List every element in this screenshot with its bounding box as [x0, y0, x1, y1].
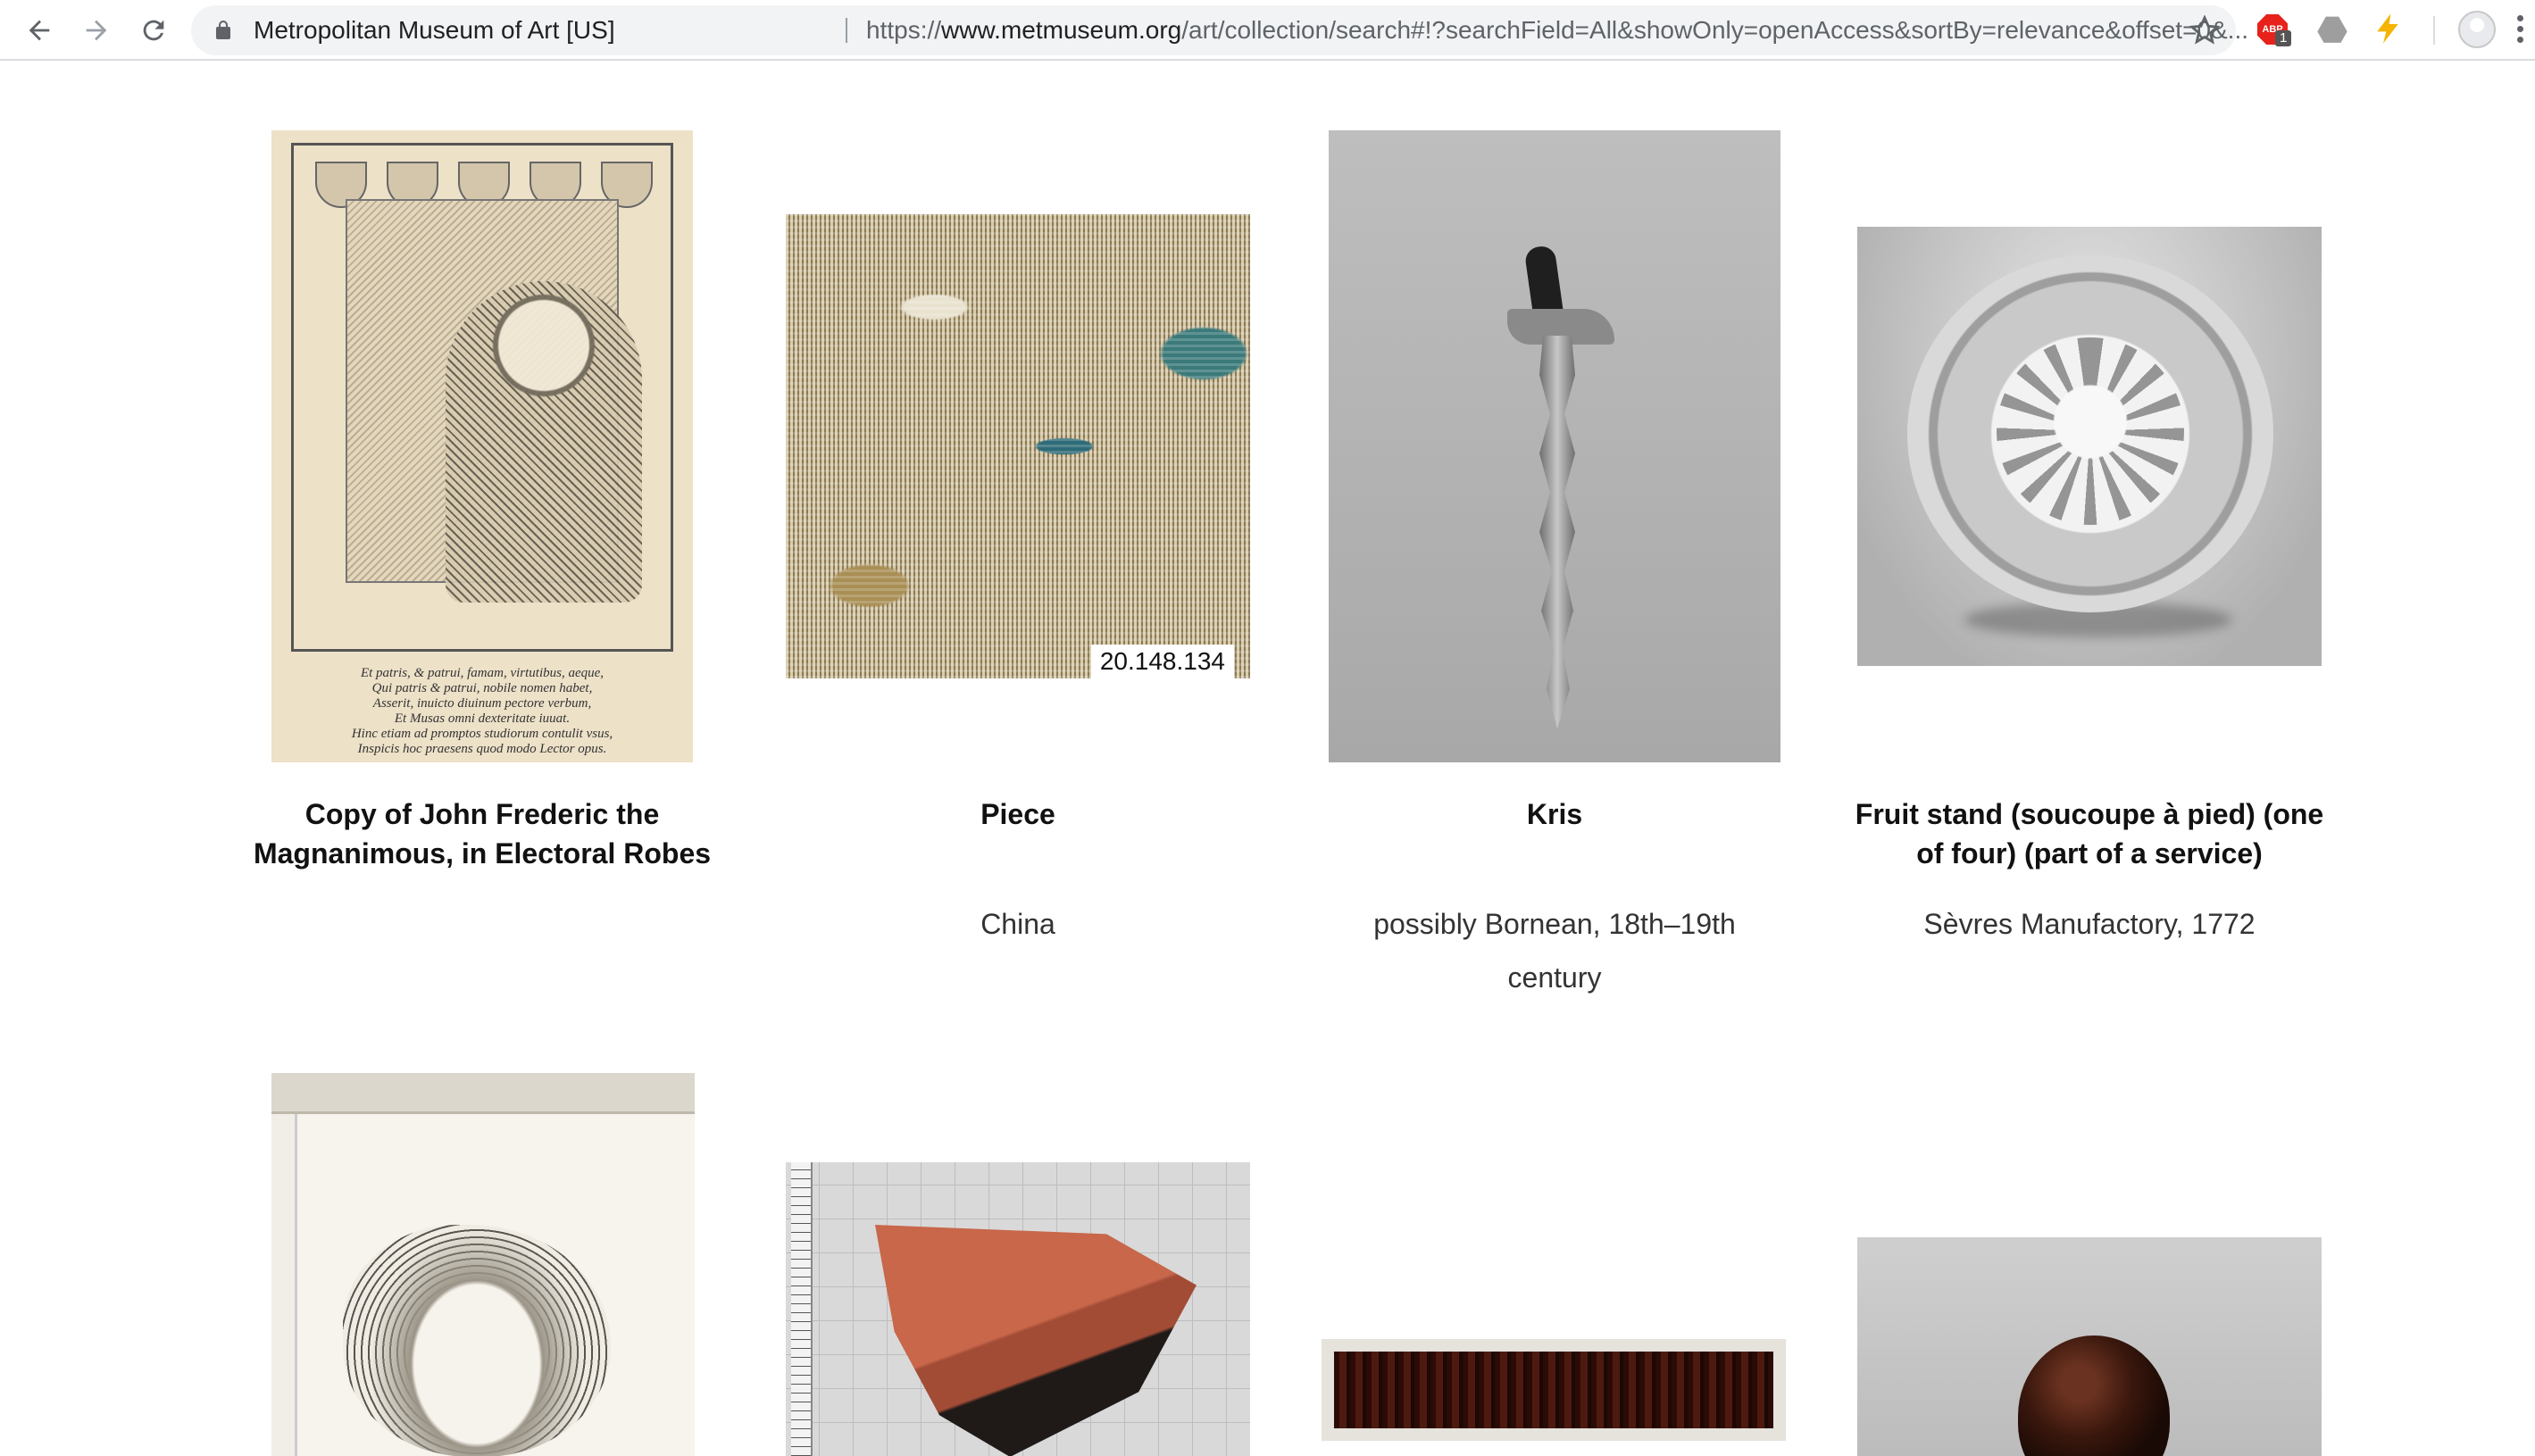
- forward-button[interactable]: [75, 9, 118, 52]
- url-path: /art/collection/search#!?searchField=All…: [1181, 16, 2249, 44]
- portrait-figure: [446, 281, 642, 603]
- kris-blade: [1539, 336, 1575, 728]
- adblock-extension-button[interactable]: ABP 1: [2256, 11, 2295, 50]
- browser-toolbar: Metropolitan Museum of Art [US] https://…: [0, 0, 2535, 61]
- reload-button[interactable]: [132, 9, 175, 52]
- carved-frieze: [1322, 1339, 1786, 1441]
- artwork-culture: China: [980, 908, 1055, 940]
- lock-icon: [216, 21, 230, 39]
- artwork-image-fruit-stand[interactable]: [1857, 227, 2322, 666]
- address-bar[interactable]: Metropolitan Museum of Art [US] https://…: [191, 5, 2248, 55]
- artwork-image-carved-panel[interactable]: [1322, 1139, 1786, 1456]
- address-divider: [846, 18, 847, 43]
- artwork-image-portrait-print[interactable]: Et patris, & patrui, famam, virtutibus, …: [271, 130, 693, 762]
- plate-painted-scene: [1997, 337, 2184, 525]
- lightning-icon: [2377, 13, 2398, 44]
- accession-number: 20.148.134: [1090, 645, 1234, 678]
- profile-avatar[interactable]: [2458, 11, 2496, 48]
- back-arrow-icon: [29, 20, 50, 41]
- cloud-drive-icon: [2317, 16, 2347, 43]
- artwork-image-netsuke[interactable]: [1857, 1237, 2322, 1456]
- bookmark-star-icon[interactable]: [2189, 15, 2220, 46]
- forward-arrow-icon: [86, 20, 107, 41]
- browser-menu-icon[interactable]: [2511, 12, 2529, 48]
- artwork-title[interactable]: Kris: [1329, 795, 1780, 834]
- artwork-culture: possibly Bornean, 18th–19th century: [1373, 908, 1736, 994]
- artwork-title[interactable]: Fruit stand (soucoupe à pied) (one of fo…: [1839, 795, 2339, 873]
- lightning-extension-button[interactable]: [2370, 11, 2409, 50]
- url-scheme: https://: [866, 16, 942, 44]
- artwork-image-ornament-print[interactable]: [271, 1073, 695, 1456]
- drive-extension-button[interactable]: [2314, 11, 2354, 50]
- ruler-scale: [791, 1162, 813, 1456]
- artwork-maker: Sèvres Manufactory, 1772: [1923, 908, 2256, 940]
- print-border: [291, 143, 673, 652]
- artwork-title[interactable]: Piece: [786, 795, 1250, 834]
- adblock-badge: 1: [2275, 30, 2292, 46]
- artwork-image-kris[interactable]: [1329, 130, 1780, 762]
- back-button[interactable]: [18, 9, 61, 52]
- album-binding: [271, 1073, 695, 1114]
- artwork-image-textile[interactable]: 20.148.134: [786, 214, 1250, 678]
- reload-icon: [143, 20, 164, 41]
- artwork-image-vase-fragment[interactable]: [786, 1162, 1250, 1456]
- portrait-panel: [346, 199, 642, 603]
- artwork-title[interactable]: Copy of John Frederic the Magnanimous, i…: [243, 795, 721, 873]
- print-inscription: Et patris, & patrui, famam, virtutibus, …: [351, 666, 613, 756]
- url-host: www.metmuseum.org: [941, 16, 1182, 44]
- netsuke-figure: [2018, 1335, 2170, 1456]
- frieze-ornament: [1334, 1352, 1773, 1428]
- url-text[interactable]: https://www.metmuseum.org/art/collection…: [866, 5, 2366, 55]
- textile-stitches: [786, 214, 1250, 678]
- site-identity[interactable]: Metropolitan Museum of Art [US]: [254, 5, 615, 55]
- toolbar-divider: [2433, 16, 2435, 45]
